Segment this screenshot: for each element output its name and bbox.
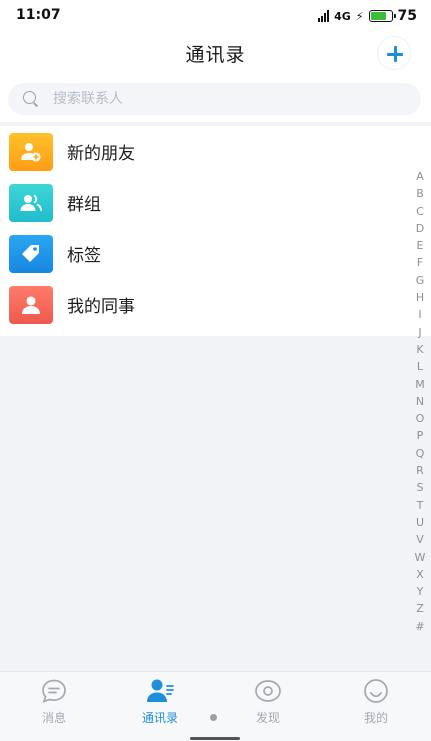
tab-discover[interactable]: 发现 [214,676,322,726]
index-letter[interactable]: O [416,410,425,427]
alphabet-index[interactable]: A B C D E F G H I J K L M N O P Q R S T … [412,168,428,635]
battery-icon [368,10,396,22]
charging-icon: ⚡ [355,9,364,23]
cellular-signal-icon [318,10,330,22]
index-letter[interactable]: N [416,393,424,410]
tab-label: 消息 [41,711,66,725]
index-letter[interactable]: V [416,531,424,548]
group-icon [9,183,53,222]
tab-contacts[interactable]: 通讯录 [106,676,214,726]
colleague-icon [9,285,53,324]
index-letter[interactable]: W [415,549,426,566]
list-item-new-friends[interactable]: 新的朋友 [0,126,431,177]
tab-label: 我的 [363,711,388,725]
index-letter[interactable]: X [416,566,424,583]
add-contact-button[interactable] [377,36,411,70]
index-letter[interactable]: Z [416,600,424,617]
index-letter[interactable]: A [416,168,424,185]
network-type-label: 4G [334,9,351,23]
status-time: 11:07 [16,7,61,23]
search-input[interactable] [53,91,373,107]
index-letter[interactable]: L [417,358,423,375]
index-letter[interactable]: P [417,427,424,444]
discover-icon [255,680,281,702]
index-letter[interactable]: E [417,237,424,254]
index-letter[interactable]: K [416,341,423,358]
index-letter[interactable]: T [417,497,424,514]
nav-bar: 通讯录 [0,32,431,74]
index-letter[interactable]: J [418,324,421,341]
tab-label: 通讯录 [141,711,178,725]
index-letter[interactable]: S [417,479,424,496]
profile-icon [364,679,388,703]
index-letter[interactable]: Y [417,583,424,600]
page-title: 通讯录 [185,44,246,66]
index-letter[interactable]: M [415,376,425,393]
status-indicators: 4G ⚡ 75 [318,7,417,25]
index-letter[interactable]: I [418,306,421,323]
list-item-label: 我的同事 [67,297,135,317]
index-letter[interactable]: H [416,289,424,306]
index-letter[interactable]: Q [416,445,425,462]
bottom-tab-bar: 消息 通讯录 发现 我的 [0,671,431,741]
list-item-label: 新的朋友 [67,144,135,164]
index-letter[interactable]: D [416,220,424,237]
index-letter[interactable]: C [416,203,424,220]
contacts-icon [147,679,174,702]
list-item-label: 群组 [67,195,101,215]
tab-label: 发现 [255,711,280,725]
tab-messages[interactable]: 消息 [0,676,108,726]
user-plus-icon [9,132,53,171]
contact-category-list: 新的朋友 群组 标签 我的同事 [0,126,431,336]
battery-percent: 75 [397,8,417,24]
index-letter[interactable]: B [416,185,424,202]
tab-profile[interactable]: 我的 [322,676,430,726]
status-bar: 11:07 4G ⚡ 75 [0,0,431,32]
message-icon [42,679,66,703]
index-letter[interactable]: U [416,514,424,531]
search-bar [0,74,431,122]
index-letter[interactable]: G [416,272,425,289]
list-item-colleagues[interactable]: 我的同事 [0,279,431,330]
index-letter[interactable]: F [417,254,423,271]
home-indicator[interactable] [190,737,240,740]
page-indicator-dot [210,714,217,721]
index-letter[interactable]: # [415,618,424,635]
list-item-groups[interactable]: 群组 [0,177,431,228]
search-box[interactable] [8,83,421,115]
list-item-label: 标签 [67,246,101,266]
index-letter[interactable]: R [416,462,424,479]
tag-icon [9,234,53,273]
search-icon [23,91,39,107]
list-item-tags[interactable]: 标签 [0,228,431,279]
